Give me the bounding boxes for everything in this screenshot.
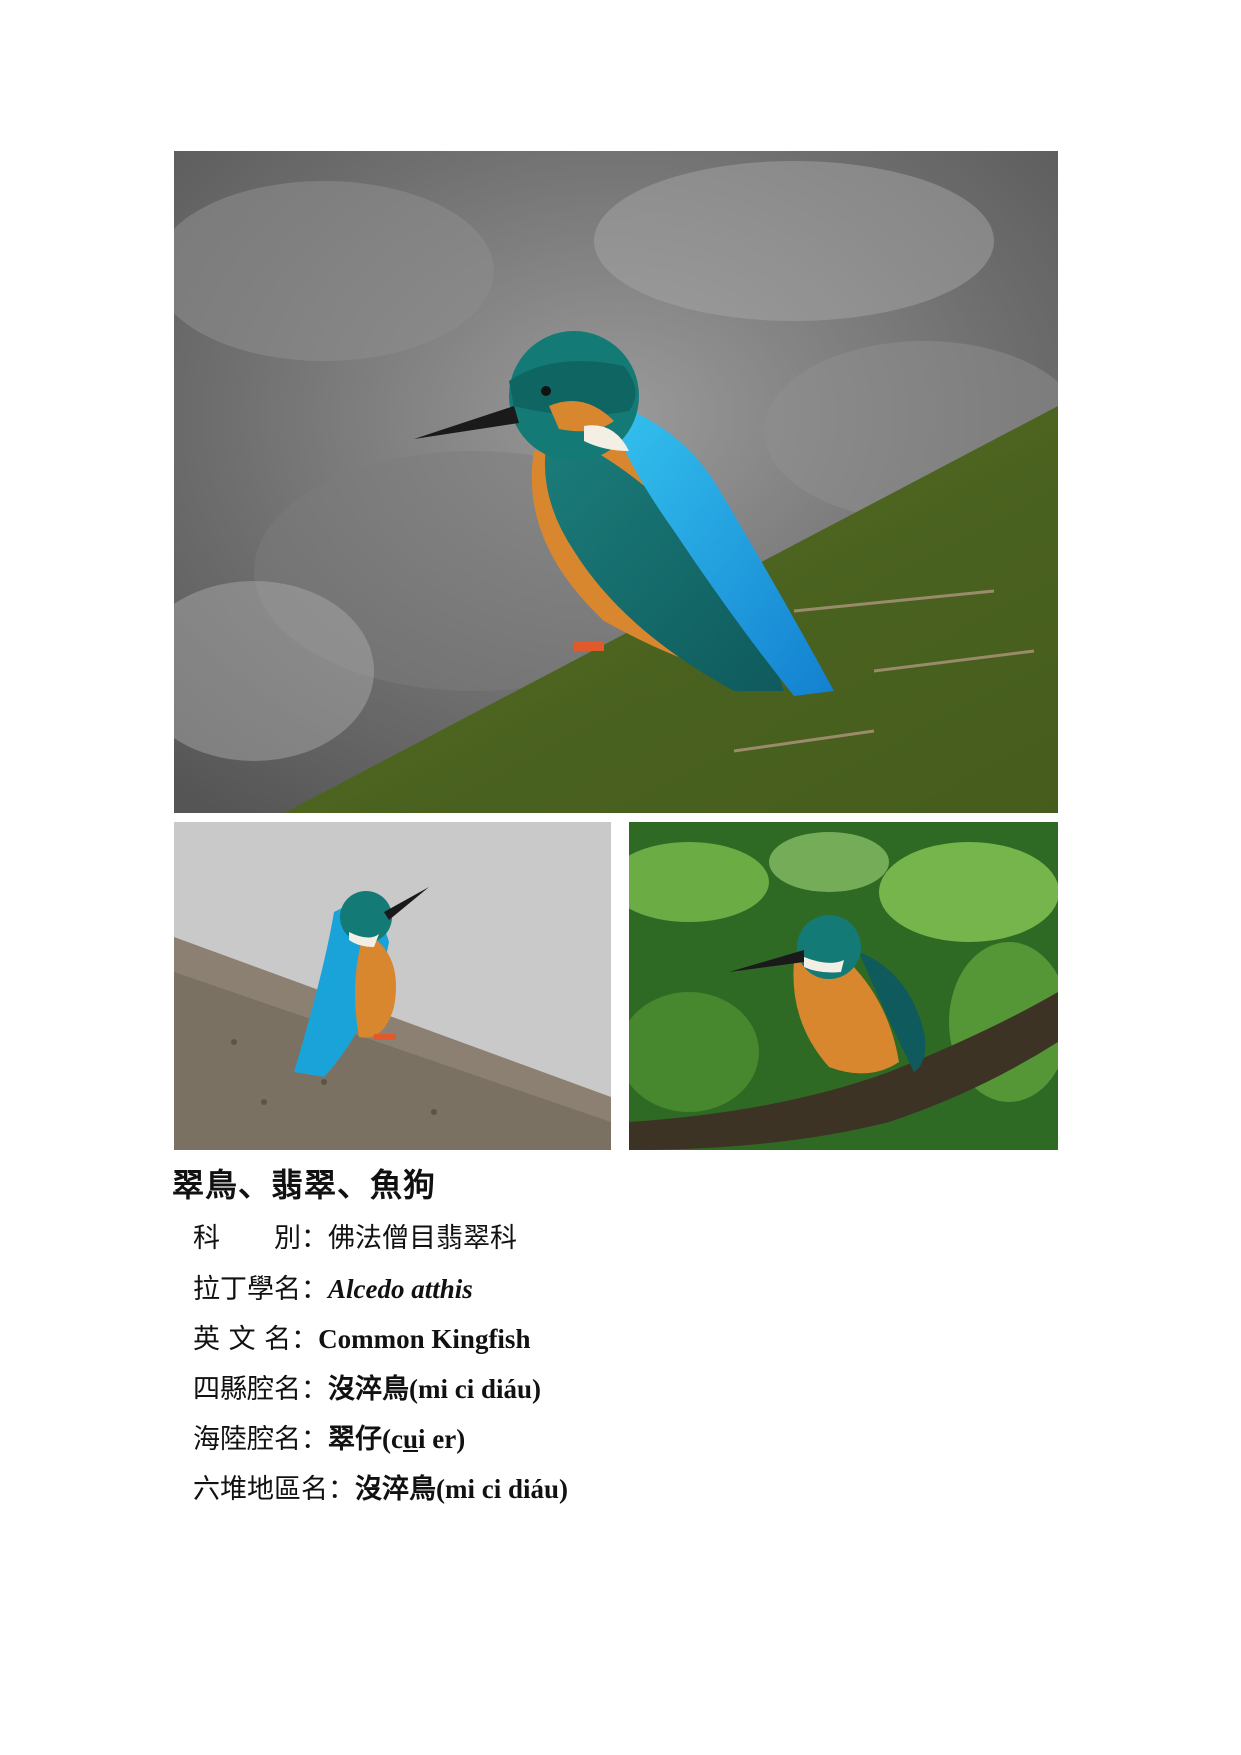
kingfisher-photo-rock	[174, 822, 611, 1150]
page-title: 翠鳥、翡翠、魚狗	[172, 1166, 437, 1204]
info-row-family: 科 別：佛法僧目翡翠科	[193, 1214, 568, 1264]
hailu-name-label: 海陸腔名	[193, 1424, 301, 1455]
info-row-hailu-name: 海陸腔名：翠仔(cui er)	[193, 1414, 568, 1464]
hailu-name-value-prefix: 翠仔(c	[328, 1424, 403, 1454]
kingfisher-photo-main	[174, 151, 1058, 813]
family-separator: ：	[301, 1223, 328, 1254]
hailu-name-value-suffix: i er)	[418, 1424, 466, 1454]
info-row-sixian-name: 四縣腔名：沒淬鳥(mi ci diáu)	[193, 1364, 568, 1414]
liudui-name-value: 沒淬鳥(mi ci diáu)	[355, 1474, 568, 1504]
kingfisher-photo-branch	[629, 822, 1058, 1150]
latin-name-separator: ：	[301, 1274, 328, 1305]
hailu-name-separator: ：	[301, 1424, 328, 1455]
info-row-latin-name: 拉丁學名：Alcedo atthis	[193, 1264, 568, 1314]
sixian-name-value: 沒淬鳥(mi ci diáu)	[328, 1374, 541, 1404]
liudui-name-label: 六堆地區名	[193, 1474, 328, 1505]
liudui-name-separator: ：	[328, 1474, 355, 1505]
sixian-name-label: 四縣腔名	[193, 1374, 301, 1405]
family-label: 科 別	[193, 1223, 301, 1254]
latin-name-value: Alcedo atthis	[328, 1274, 473, 1304]
info-row-liudui-name: 六堆地區名：沒淬鳥(mi ci diáu)	[193, 1464, 568, 1514]
species-info-list: 科 別：佛法僧目翡翠科 拉丁學名：Alcedo atthis 英 文 名：Com…	[193, 1214, 568, 1514]
sixian-name-separator: ：	[301, 1374, 328, 1405]
english-name-label: 英 文 名	[193, 1324, 292, 1355]
english-name-value: Common Kingfish	[318, 1324, 531, 1354]
family-value: 佛法僧目翡翠科	[328, 1223, 517, 1254]
info-row-english-name: 英 文 名：Common Kingfish	[193, 1314, 568, 1364]
latin-name-label: 拉丁學名	[193, 1274, 301, 1305]
english-name-separator: ：	[291, 1324, 319, 1355]
hailu-name-value-underlined: u	[402, 1424, 419, 1454]
